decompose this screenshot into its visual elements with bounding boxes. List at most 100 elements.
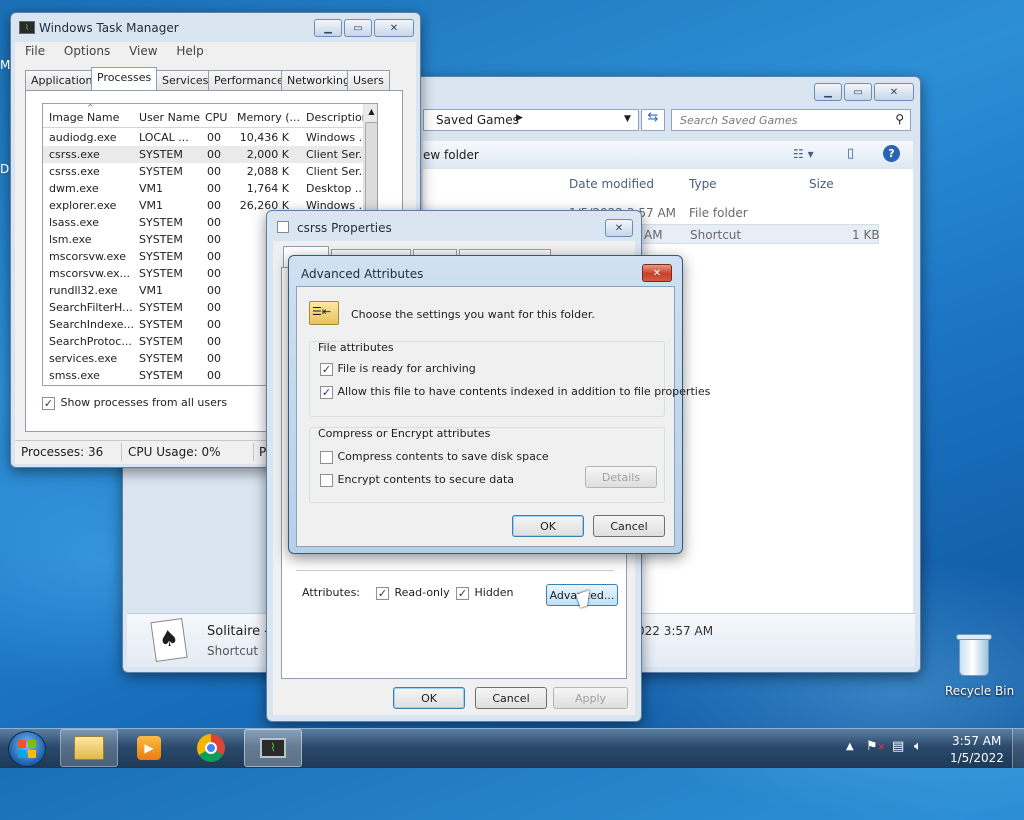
process-image-name: dwm.exe [49, 182, 99, 195]
breadcrumb-saved-games[interactable]: Saved Games [436, 113, 519, 127]
recycle-bin-lid [956, 634, 992, 640]
action-center-icon[interactable]: ⚑✕ [866, 739, 885, 754]
hidden-checkbox[interactable]: ✓ [456, 586, 469, 600]
file-attributes-group: File attributes ✓ File is ready for arch… [309, 341, 710, 417]
start-button[interactable] [8, 731, 46, 767]
status-cpu: CPU Usage: 0% [128, 445, 221, 459]
readonly-checkbox-row[interactable]: ✓ Read-only [376, 586, 450, 600]
address-bar[interactable]: Saved Games ▶ ▼ [423, 109, 639, 131]
tab-users[interactable]: Users [347, 70, 390, 90]
help-icon[interactable]: ? [883, 145, 900, 162]
close-button[interactable]: ✕ [642, 264, 672, 282]
preview-pane-icon[interactable]: ▯ [847, 146, 854, 161]
advanced-ok-button[interactable]: OK [512, 515, 584, 537]
process-table-header: Image Name ^ User Name CPU Memory (... D… [43, 104, 377, 128]
advanced-cancel-button[interactable]: Cancel [593, 515, 665, 537]
scroll-up-icon[interactable]: ▲ [364, 104, 377, 120]
clock-time[interactable]: 3:57 AM [952, 734, 1001, 748]
col-image-name[interactable]: Image Name [49, 111, 119, 124]
tab-processes[interactable]: Processes [91, 67, 158, 90]
col-cpu[interactable]: CPU [205, 111, 227, 124]
menu-options[interactable]: Options [64, 44, 110, 58]
hidden-checkbox-row[interactable]: ✓ Hidden [456, 586, 514, 600]
compress-checkbox[interactable] [320, 450, 333, 464]
tab-strip: Applications Processes Services Performa… [25, 67, 405, 90]
show-all-checkbox-row[interactable]: ✓ Show processes from all users [42, 396, 227, 410]
desktop-partial-label: M [0, 58, 11, 72]
process-row[interactable]: dwm.exe VM1 00 1,764 K Desktop ... [43, 180, 377, 197]
advanced-body: ☰⇤ Choose the settings you want for this… [296, 286, 710, 547]
scroll-thumb[interactable] [365, 122, 377, 222]
taskbar-chrome-button[interactable] [182, 729, 240, 767]
network-icon[interactable]: ▤ [892, 739, 904, 754]
properties-icon [277, 221, 289, 233]
encrypt-checkbox[interactable] [320, 473, 333, 487]
tab-networking[interactable]: Networking [281, 70, 356, 90]
volume-icon[interactable]: 🔈︎ [914, 739, 922, 754]
taskbar-media-player-button[interactable]: ▶ [120, 729, 178, 767]
close-button[interactable]: ✕ [874, 83, 914, 101]
col-size[interactable]: Size [809, 177, 834, 191]
process-user-name: SYSTEM [139, 301, 183, 314]
properties-ok-button[interactable]: OK [393, 687, 465, 709]
col-user-name[interactable]: User Name [139, 111, 200, 124]
recycle-bin-icon[interactable] [956, 632, 992, 678]
details-button[interactable]: Details [585, 466, 657, 488]
menu-file[interactable]: File [25, 44, 45, 58]
process-image-name: csrss.exe [49, 148, 100, 161]
indexed-checkbox[interactable]: ✓ [320, 385, 333, 399]
taskbar-explorer-button[interactable] [60, 729, 118, 767]
views-icon[interactable]: ☷ ▾ [793, 147, 814, 161]
encrypt-checkbox-row[interactable]: Encrypt contents to secure data [320, 473, 514, 487]
show-all-checkbox[interactable]: ✓ [42, 396, 55, 410]
status-processes: Processes: 36 [21, 445, 104, 459]
process-user-name: SYSTEM [139, 267, 183, 280]
clock-date[interactable]: 1/5/2022 [950, 751, 1004, 765]
search-icon[interactable]: ⚲ [895, 112, 904, 126]
readonly-label: Read-only [394, 586, 450, 599]
close-button[interactable]: ✕ [374, 19, 414, 37]
col-memory[interactable]: Memory (... [237, 111, 300, 124]
archiving-checkbox[interactable]: ✓ [320, 362, 333, 376]
process-row[interactable]: csrss.exe SYSTEM 00 2,088 K Client Ser... [43, 163, 377, 180]
properties-apply-button[interactable]: Apply [553, 687, 628, 709]
tab-performance[interactable]: Performance [208, 70, 290, 90]
menu-view[interactable]: View [129, 44, 157, 58]
maximize-button[interactable]: ▭ [344, 19, 372, 37]
show-hidden-icons-icon[interactable]: ▲ [846, 741, 854, 752]
minimize-button[interactable]: ▁ [814, 83, 842, 101]
process-user-name: VM1 [139, 284, 164, 297]
readonly-checkbox[interactable]: ✓ [376, 586, 389, 600]
col-date-modified[interactable]: Date modified [569, 177, 654, 191]
process-row[interactable]: audiodg.exe LOCAL ... 00 10,436 K Windows ..… [43, 129, 377, 146]
recycle-bin-label[interactable]: Recycle Bin [945, 684, 1014, 698]
compress-checkbox-row[interactable]: Compress contents to save disk space [320, 450, 549, 464]
archiving-checkbox-row[interactable]: ✓ File is ready for archiving [320, 362, 476, 376]
breadcrumb-arrow-icon[interactable]: ▶ [516, 113, 523, 123]
logo-yellow-pane [28, 750, 36, 758]
tab-services[interactable]: Services [156, 70, 215, 90]
new-folder-button[interactable]: ew folder [423, 148, 479, 162]
maximize-button[interactable]: ▭ [844, 83, 872, 101]
address-dropdown-icon[interactable]: ▼ [624, 114, 631, 124]
show-desktop-button[interactable] [1012, 729, 1024, 768]
process-row[interactable]: csrss.exe SYSTEM 00 2,000 K Client Ser... [43, 146, 377, 163]
process-image-name: SearchIndexe... [49, 318, 134, 331]
advanced-caption-buttons: ✕ [642, 264, 672, 282]
search-box[interactable]: Search Saved Games ⚲ [671, 109, 911, 131]
properties-cancel-button[interactable]: Cancel [475, 687, 547, 709]
folder-settings-icon: ☰⇤ [309, 301, 339, 325]
task-manager-taskbar-icon: ⌇ [260, 738, 286, 758]
process-user-name: SYSTEM [139, 233, 183, 246]
refresh-button[interactable]: ⇆ [641, 109, 665, 131]
process-description: Client Ser... [306, 165, 364, 178]
menu-help[interactable]: Help [176, 44, 203, 58]
minimize-button[interactable]: ▁ [314, 19, 342, 37]
taskbar-task-manager-button[interactable]: ⌇ [244, 729, 302, 767]
chrome-center [205, 742, 217, 754]
col-type[interactable]: Type [689, 177, 717, 191]
details-date: 022 3:57 AM [637, 624, 714, 638]
indexed-checkbox-row[interactable]: ✓ Allow this file to have contents index… [320, 385, 710, 399]
col-description[interactable]: Description [306, 111, 369, 124]
close-button[interactable]: ✕ [605, 219, 633, 237]
